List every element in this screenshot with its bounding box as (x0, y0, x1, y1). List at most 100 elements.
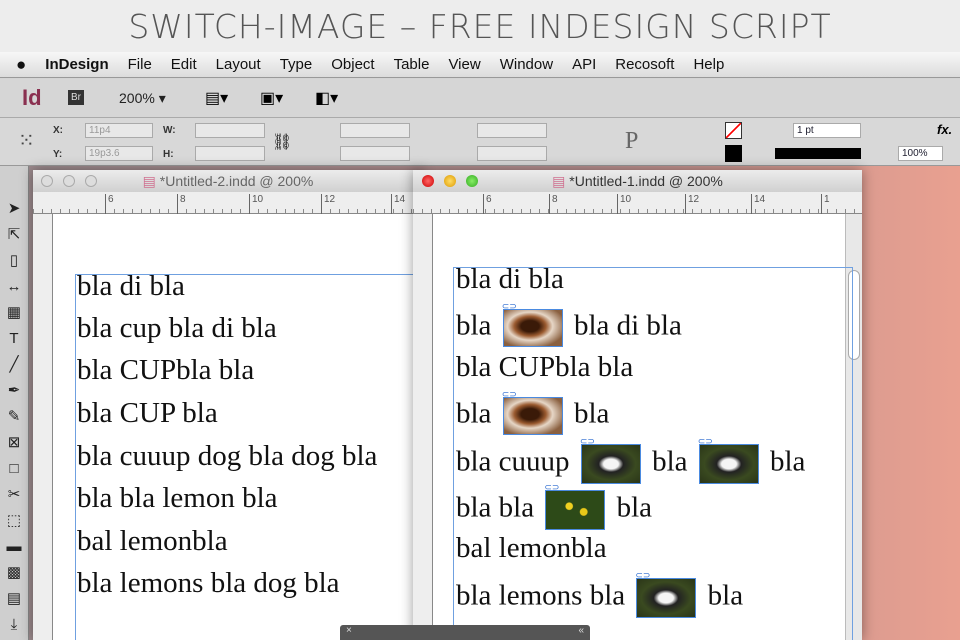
menu-window[interactable]: Window (500, 56, 553, 73)
menu-indesign[interactable]: InDesign (45, 56, 108, 73)
rotation-field[interactable] (477, 123, 547, 138)
view-options-icon[interactable]: ▤▾ (205, 88, 228, 108)
ruler-tick-label: 6 (483, 194, 492, 214)
application-bar: Id Br 200% ▾ ▤▾ ▣▾ ◧▾ (0, 79, 960, 118)
direct-selection-tool-icon[interactable]: ⇱ (0, 222, 28, 248)
pen-tool-icon[interactable]: ✒ (0, 378, 28, 404)
note-tool-icon[interactable]: ▤ (0, 586, 28, 612)
text-line: bla CUPbla bla (456, 351, 633, 384)
reference-point-icon[interactable]: ⁙ (18, 128, 35, 153)
dog-image[interactable]: ⊂⊃ (581, 444, 641, 484)
menu-object[interactable]: Object (331, 56, 374, 73)
scale-y-field[interactable] (340, 146, 410, 161)
type-tool-icon[interactable]: T (0, 326, 28, 352)
text-line: bla ⊂⊃ bla di bla (456, 309, 682, 347)
cup-image[interactable]: ⊂⊃ (503, 397, 563, 435)
dog-image[interactable]: ⊂⊃ (636, 578, 696, 618)
link-icon: ⊂⊃ (698, 436, 713, 447)
menu-recosoft[interactable]: Recosoft (615, 56, 674, 73)
ruler-tick-label: 14 (391, 194, 405, 214)
text-run: bla (700, 580, 743, 612)
shear-field[interactable] (477, 146, 547, 161)
lemon-image[interactable]: ⊂⊃ (545, 490, 605, 530)
floating-panel[interactable]: × « (340, 625, 590, 640)
content-collector-icon[interactable]: ▦ (0, 300, 28, 326)
line-tool-icon[interactable]: ╱ (0, 352, 28, 378)
free-transform-tool-icon[interactable]: ⬚ (0, 508, 28, 534)
paragraph-icon[interactable]: P (625, 128, 638, 155)
opacity-field[interactable]: 100% (898, 146, 943, 161)
menu-api[interactable]: API (572, 56, 596, 73)
stroke-weight-field[interactable]: 1 pt (793, 123, 861, 138)
height-field[interactable] (195, 146, 265, 161)
fx-button[interactable]: fx. (937, 122, 952, 137)
selection-tool-icon[interactable]: ➤ (0, 196, 28, 222)
text-line: bla cuuup dog bla dog bla (77, 440, 377, 473)
ruler-tick-label: 14 (751, 194, 765, 214)
x-field[interactable]: 11p4 (85, 123, 153, 138)
text-line: bla lemons bla ⊂⊃ bla (456, 578, 743, 618)
menu-edit[interactable]: Edit (171, 56, 197, 73)
menu-table[interactable]: Table (394, 56, 430, 73)
bridge-button[interactable]: Br (68, 90, 84, 105)
ruler-tick-label: 10 (617, 194, 631, 214)
width-field[interactable] (195, 123, 265, 138)
text-line: bla di bla (456, 263, 564, 296)
text-line: bla di bla (77, 270, 185, 303)
stroke-swatch[interactable] (725, 145, 742, 162)
scale-x-field[interactable] (340, 123, 410, 138)
cup-image[interactable]: ⊂⊃ (503, 309, 563, 347)
menu-bar: ● InDesign File Edit Layout Type Object … (0, 52, 960, 78)
link-icon: ⊂⊃ (544, 482, 559, 493)
h-label: H: (163, 149, 174, 160)
text-line: bal lemonbla (77, 525, 228, 558)
constrain-proportions-icon[interactable]: ⛓ (272, 132, 292, 152)
zoom-button[interactable] (85, 175, 97, 187)
minimize-button[interactable] (63, 175, 75, 187)
gradient-feather-tool-icon[interactable]: ▩ (0, 560, 28, 586)
menu-help[interactable]: Help (693, 56, 724, 73)
dog-image[interactable]: ⊂⊃ (699, 444, 759, 484)
ruler-tick-label: 1 (821, 194, 830, 214)
title-bar: ▤ *Untitled-2.indd @ 200% (33, 170, 423, 192)
rectangle-tool-icon[interactable]: □ (0, 456, 28, 482)
scissors-tool-icon[interactable]: ✂ (0, 482, 28, 508)
panel-close-button[interactable]: × (346, 625, 352, 636)
menu-view[interactable]: View (448, 56, 480, 73)
apple-icon[interactable]: ● (16, 55, 26, 75)
zoom-value: 200% (119, 90, 155, 106)
control-panel: ⁙ X: 11p4 Y: 19p3.6 W: H: ⛓ P 1 pt fx. 1… (0, 118, 960, 166)
text-run: bla di bla (456, 263, 564, 295)
document-window-untitled-2: ▤ *Untitled-2.indd @ 200% 6 8 10 12 14 b… (33, 170, 423, 640)
zoom-button[interactable] (466, 175, 478, 187)
close-button[interactable] (422, 175, 434, 187)
gap-tool-icon[interactable]: ↔ (0, 274, 28, 300)
close-button[interactable] (41, 175, 53, 187)
screen-mode-icon[interactable]: ▣▾ (260, 88, 283, 108)
menu-file[interactable]: File (128, 56, 152, 73)
ruler-tick-label: 8 (177, 194, 186, 214)
text-run: bla cuuup (456, 446, 577, 478)
fill-swatch[interactable] (725, 122, 742, 139)
arrange-documents-icon[interactable]: ◧▾ (315, 88, 338, 108)
x-label: X: (53, 125, 63, 136)
menu-type[interactable]: Type (280, 56, 313, 73)
vertical-ruler (33, 214, 53, 640)
minimize-button[interactable] (444, 175, 456, 187)
menu-layout[interactable]: Layout (216, 56, 261, 73)
rectangle-frame-tool-icon[interactable]: ⊠ (0, 430, 28, 456)
page-tool-icon[interactable]: ▯ (0, 248, 28, 274)
gradient-tool-icon[interactable]: ▬ (0, 534, 28, 560)
zoom-level-dropdown[interactable]: 200% ▾ (119, 90, 166, 107)
text-run: bla (456, 310, 499, 342)
text-line: bla cup bla di bla (77, 312, 277, 345)
pencil-tool-icon[interactable]: ✎ (0, 404, 28, 430)
text-run: bla (567, 398, 610, 430)
eyedropper-tool-icon[interactable]: ⤓ (0, 612, 28, 638)
stroke-type-dropdown[interactable] (775, 148, 861, 159)
horizontal-ruler: 6 8 10 12 14 (33, 192, 423, 214)
text-line: bla cuuup ⊂⊃ bla ⊂⊃ bla (456, 444, 805, 484)
y-field[interactable]: 19p3.6 (85, 146, 153, 161)
panel-collapse-button[interactable]: « (578, 625, 584, 636)
text-run: bla bla (456, 492, 541, 524)
